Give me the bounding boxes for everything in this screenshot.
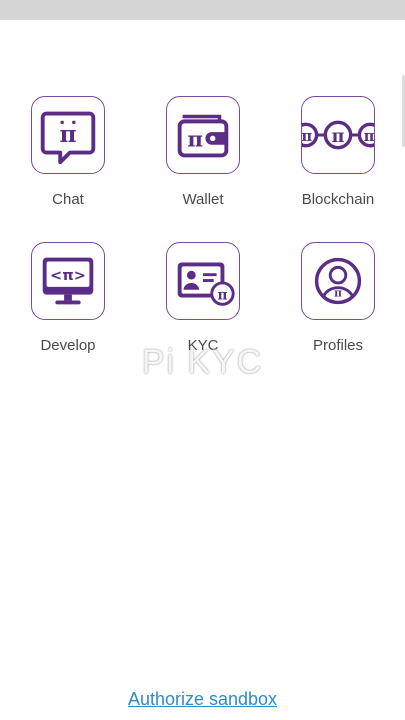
app-tile-profiles[interactable]: π Profiles [288, 242, 388, 354]
authorize-sandbox-link[interactable]: Authorize sandbox [0, 689, 405, 710]
app-tile-kyc[interactable]: π KYC [153, 242, 253, 354]
app-label-develop: Develop [40, 337, 96, 354]
status-bar [0, 0, 405, 20]
app-label-kyc: KYC [187, 337, 219, 354]
app-tile-blockchain[interactable]: π π π Blockchain [288, 96, 388, 208]
svg-text:π: π [364, 128, 374, 145]
svg-text:π: π [187, 128, 203, 153]
svg-text:π: π [334, 287, 342, 300]
app-label-chat: Chat [52, 191, 84, 208]
wallet-pi-icon[interactable]: π [166, 96, 240, 174]
id-card-icon[interactable]: π [166, 242, 240, 320]
chat-pi-icon[interactable]: π [31, 96, 105, 174]
app-tile-chat[interactable]: π Chat [18, 96, 118, 208]
monitor-code-icon[interactable]: <π> [31, 242, 105, 320]
app-tile-wallet[interactable]: π Wallet [153, 96, 253, 208]
profile-avatar-icon[interactable]: π [301, 242, 375, 320]
svg-text:π: π [217, 287, 227, 303]
app-label-blockchain: Blockchain [301, 191, 375, 208]
svg-text:π: π [332, 127, 345, 147]
blockchain-chain-icon[interactable]: π π π [301, 96, 375, 174]
app-label-profiles: Profiles [312, 337, 364, 354]
app-tile-develop[interactable]: <π> Develop [18, 242, 118, 354]
app-label-wallet: Wallet [182, 191, 224, 208]
svg-text:<π>: <π> [50, 267, 86, 284]
svg-text:π: π [302, 128, 313, 145]
